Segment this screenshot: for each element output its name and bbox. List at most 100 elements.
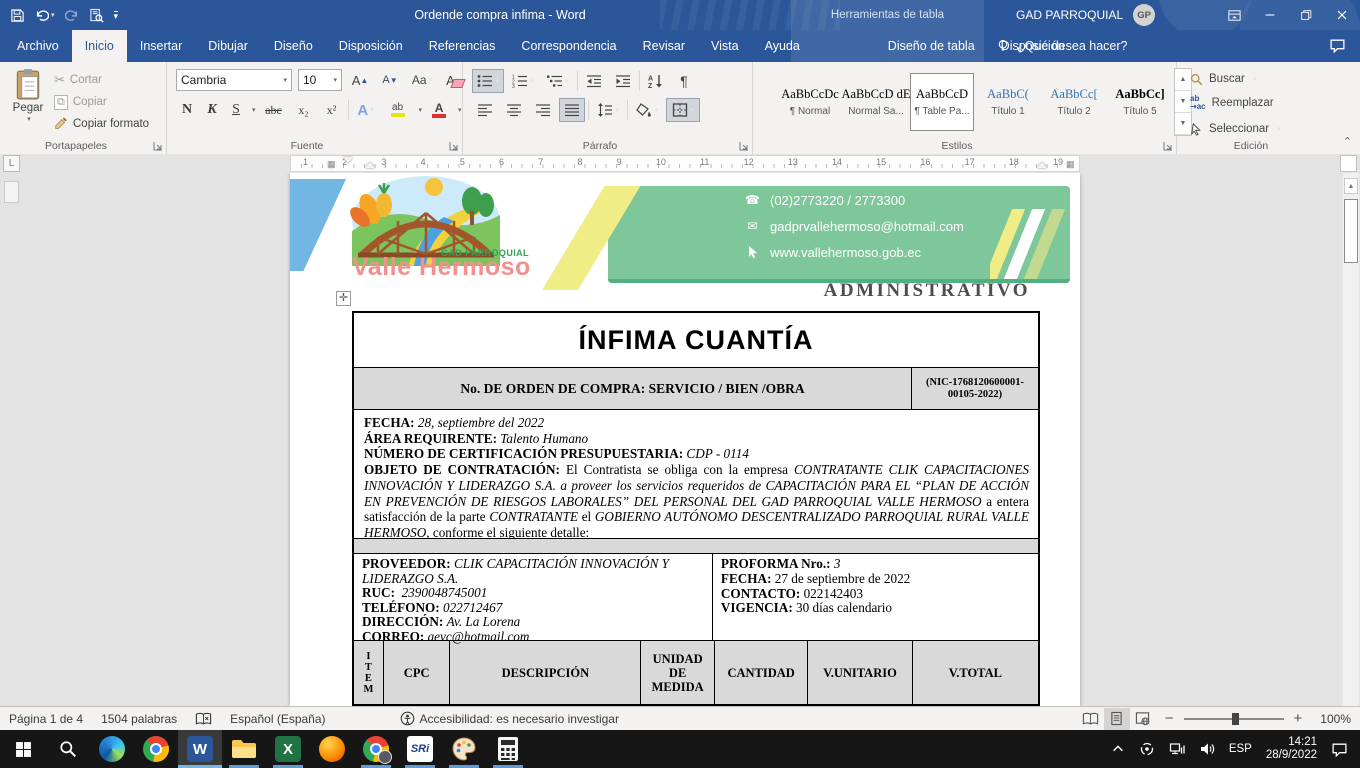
comments-icon[interactable] <box>1329 37 1346 54</box>
proveedor-cell[interactable]: PROVEEDOR: CLIK CAPACITACIÓN INNOVACIÓN … <box>354 554 712 640</box>
dialog-launcher-icon[interactable] <box>739 141 749 151</box>
language-switcher[interactable]: ESP <box>1229 743 1252 755</box>
show-paragraph-marks-button[interactable]: ¶ <box>672 69 696 93</box>
file-explorer-icon[interactable] <box>222 730 266 768</box>
save-icon[interactable] <box>10 8 25 23</box>
network-icon[interactable] <box>1169 741 1185 757</box>
col-unidad-medida[interactable]: UNIDAD DE MEDIDA <box>640 641 714 704</box>
underline-button[interactable]: S <box>226 98 246 122</box>
nic-code[interactable]: (NIC-1768120600001-00105-2022) <box>911 368 1038 409</box>
style-titulo-1[interactable]: AaBbC( Título 1 <box>976 73 1040 131</box>
numbering-button[interactable]: ▾ <box>507 69 539 93</box>
firefox-icon[interactable] <box>310 730 354 768</box>
sort-button[interactable] <box>643 69 669 93</box>
paste-button[interactable]: Pegar ▾ <box>6 68 50 134</box>
style-normal-sa[interactable]: AaBbCcD dE Normal Sa... <box>844 73 908 131</box>
accessibility-status[interactable]: Accesibilidad: es necesario investigar <box>391 707 628 730</box>
web-layout-icon[interactable] <box>1130 708 1156 730</box>
table-column-marker[interactable]: ▦ <box>327 160 335 168</box>
find-button[interactable]: Buscar▾ <box>1190 68 1256 90</box>
decrease-indent-button[interactable] <box>581 69 607 93</box>
document-page[interactable]: ☎ (02)2773220 / 2773300 ✉ gadprvalleherm… <box>290 173 1080 706</box>
proofing-status-icon[interactable] <box>186 707 221 730</box>
right-indent-marker[interactable] <box>1037 162 1047 168</box>
italic-button[interactable]: K <box>202 98 222 122</box>
change-case-button[interactable]: Aa▾ <box>408 69 436 91</box>
tab-ayuda[interactable]: Ayuda <box>752 30 813 62</box>
document-title[interactable]: ÍNFIMA CUANTÍA <box>354 313 1038 367</box>
ruler-toggle-button[interactable] <box>1340 155 1357 172</box>
calculator-icon[interactable] <box>486 730 530 768</box>
zoom-level[interactable]: 100% <box>1311 707 1360 730</box>
tab-disposicion-tabla[interactable]: Disposición <box>988 30 1078 62</box>
horizontal-ruler[interactable]: 12345678910111213141516171819 ▦ ▦ <box>290 155 1080 172</box>
tab-vista[interactable]: Vista <box>698 30 752 62</box>
copy-button[interactable]: ⧉ Copiar <box>54 92 107 112</box>
style-titulo-2[interactable]: AaBbCc[ Título 2 <box>1042 73 1106 131</box>
col-item[interactable]: I T E M <box>354 641 383 704</box>
align-center-button[interactable] <box>501 98 527 122</box>
text-effects-button[interactable]: A▾ <box>353 98 379 122</box>
tab-insertar[interactable]: Insertar <box>127 30 195 62</box>
separator-row[interactable] <box>354 538 1038 553</box>
account-name[interactable]: GAD PARROQUIAL <box>1016 8 1123 22</box>
col-cpc[interactable]: CPC <box>383 641 450 704</box>
col-v-total[interactable]: V.TOTAL <box>912 641 1038 704</box>
line-spacing-button[interactable]: ▾ <box>592 98 624 122</box>
tab-diseno[interactable]: Diseño <box>261 30 326 62</box>
multilevel-list-button[interactable]: ▾ <box>542 69 574 93</box>
font-name-combo[interactable]: Cambria▾ <box>176 69 292 91</box>
dialog-launcher-icon[interactable] <box>153 141 163 151</box>
tab-stop-selector[interactable]: L <box>3 155 20 172</box>
shading-button[interactable]: ▾ <box>631 98 663 122</box>
order-details-cell[interactable]: FECHA: 28, septiembre del 2022 ÁREA REQU… <box>354 410 1038 538</box>
justify-button[interactable] <box>559 98 585 122</box>
tab-archivo[interactable]: Archivo <box>4 30 72 62</box>
minimize-icon[interactable] <box>1252 0 1288 30</box>
tab-diseno-de-tabla[interactable]: Diseño de tabla <box>875 30 988 62</box>
borders-button[interactable]: ▾ <box>666 98 700 122</box>
increase-indent-button[interactable] <box>610 69 636 93</box>
chrome-icon[interactable] <box>134 730 178 768</box>
read-mode-icon[interactable] <box>1078 708 1104 730</box>
vertical-ruler[interactable] <box>4 181 19 203</box>
word-count[interactable]: 1504 palabras <box>92 707 186 730</box>
dialog-launcher-icon[interactable] <box>1163 141 1173 151</box>
notification-center-icon[interactable] <box>1331 741 1348 758</box>
shrink-font-button[interactable]: A▼ <box>378 69 402 91</box>
excel-icon[interactable]: X <box>266 730 310 768</box>
collapse-ribbon-icon[interactable]: ⌃ <box>1343 135 1352 148</box>
grow-font-button[interactable]: A▲ <box>348 69 372 91</box>
clock[interactable]: 14:21 28/9/2022 <box>1266 736 1317 762</box>
style-normal[interactable]: AaBbCcDc ¶ Normal <box>778 73 842 131</box>
order-number-label[interactable]: No. DE ORDEN DE COMPRA: SERVICIO / BIEN … <box>354 368 911 409</box>
word-taskbar-icon[interactable]: W <box>178 730 222 768</box>
redo-icon[interactable] <box>65 8 79 22</box>
volume-icon[interactable] <box>1199 741 1215 757</box>
avatar[interactable]: GP <box>1133 4 1155 26</box>
format-painter-button[interactable]: Copiar formato <box>54 114 149 134</box>
select-button[interactable]: Seleccionar▾ <box>1190 118 1281 140</box>
paint-icon[interactable] <box>442 730 486 768</box>
edge-icon[interactable] <box>90 730 134 768</box>
highlight-button[interactable]: ab <box>383 98 413 122</box>
scroll-up-icon[interactable]: ▲ <box>1344 178 1358 194</box>
bold-button[interactable]: N <box>176 98 198 122</box>
cut-button[interactable]: ✂ Cortar <box>54 70 102 90</box>
hanging-indent-marker[interactable] <box>365 162 375 168</box>
zoom-slider-thumb[interactable] <box>1232 713 1239 725</box>
close-icon[interactable] <box>1324 0 1360 30</box>
print-preview-icon[interactable] <box>89 8 104 23</box>
zoom-in-button[interactable]: + <box>1292 707 1312 730</box>
table-move-handle-icon[interactable]: ✛ <box>336 291 351 306</box>
first-line-indent-marker[interactable] <box>343 157 353 163</box>
font-size-combo[interactable]: 10▾ <box>298 69 342 91</box>
align-right-button[interactable] <box>530 98 556 122</box>
replace-button[interactable]: ab⇢ac Reemplazar <box>1190 92 1274 114</box>
scrollbar-thumb[interactable] <box>1344 199 1358 263</box>
search-button[interactable] <box>46 730 90 768</box>
align-left-button[interactable] <box>472 98 498 122</box>
tray-chevron-up-icon[interactable] <box>1111 742 1125 756</box>
chrome-profile-icon[interactable] <box>354 730 398 768</box>
superscript-button[interactable]: x² <box>320 98 344 122</box>
